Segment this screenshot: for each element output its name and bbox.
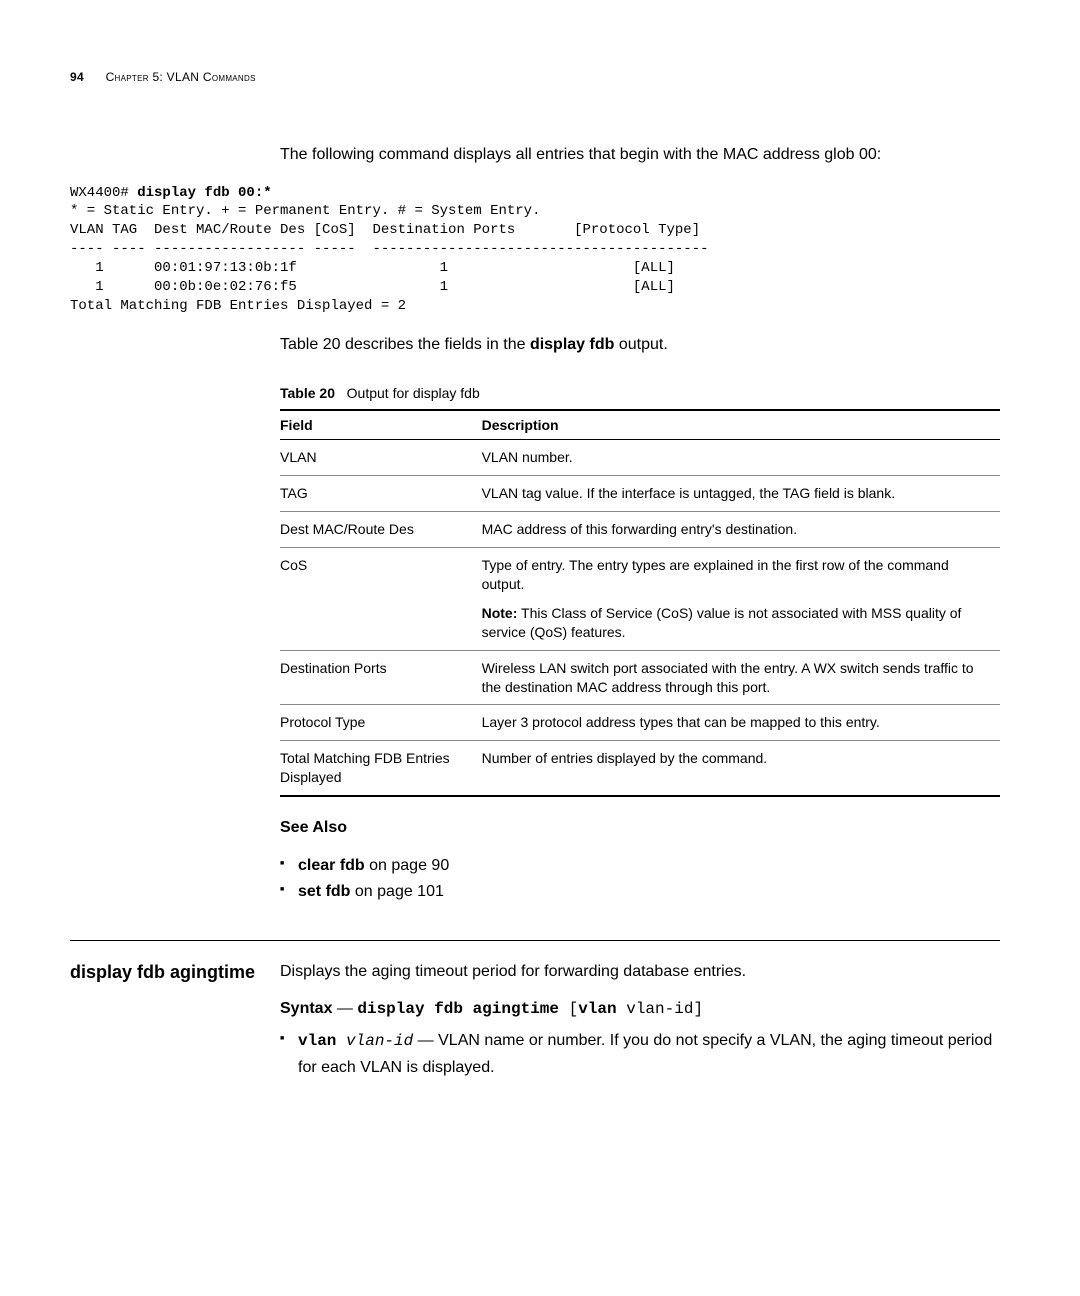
syntax-command: display fdb agingtime bbox=[357, 1000, 568, 1018]
table-intro: Table 20 describes the fields in the dis… bbox=[280, 334, 1000, 356]
terminal-legend: * = Static Entry. + = Permanent Entry. #… bbox=[70, 203, 540, 219]
see-also-list: clear fdb on page 90 set fdb on page 101 bbox=[280, 853, 1000, 904]
fields-table: Field Description VLANVLAN number.TAGVLA… bbox=[280, 409, 1000, 797]
table-cell-desc: VLAN tag value. If the interface is unta… bbox=[482, 476, 1000, 512]
section-intro: Displays the aging timeout period for fo… bbox=[280, 961, 1000, 983]
table-cell-desc: Number of entries displayed by the comma… bbox=[482, 741, 1000, 796]
table-cell-field: VLAN bbox=[280, 440, 482, 476]
table-cell-field: Total Matching FDB Entries Displayed bbox=[280, 741, 482, 796]
table-cell-desc: Wireless LAN switch port associated with… bbox=[482, 650, 1000, 705]
table-row: Note: This Class of Service (CoS) value … bbox=[280, 596, 1000, 650]
table-caption: Table 20 Output for display fdb bbox=[280, 385, 1000, 401]
terminal-prompt: WX4400# bbox=[70, 185, 137, 201]
see-also-link: set fdb bbox=[298, 883, 350, 900]
syntax-param-list: vlan vlan-id — VLAN name or number. If y… bbox=[280, 1028, 1000, 1080]
table-header-field: Field bbox=[280, 410, 482, 440]
terminal-command: display fdb 00:* bbox=[137, 185, 271, 201]
table-row: CoSType of entry. The entry types are ex… bbox=[280, 548, 1000, 596]
table-cell-field: Protocol Type bbox=[280, 705, 482, 741]
table-cell-desc: Layer 3 protocol address types that can … bbox=[482, 705, 1000, 741]
terminal-header-row: VLAN TAG Dest MAC/Route Des [CoS] Destin… bbox=[70, 222, 700, 238]
table-row: Total Matching FDB Entries DisplayedNumb… bbox=[280, 741, 1000, 796]
table-row: VLANVLAN number. bbox=[280, 440, 1000, 476]
table-caption-text: Output for display fdb bbox=[347, 385, 480, 401]
terminal-rule-row: ---- ---- ------------------ ----- -----… bbox=[70, 241, 709, 257]
terminal-footer: Total Matching FDB Entries Displayed = 2 bbox=[70, 298, 406, 314]
page-number: 94 bbox=[70, 70, 84, 84]
intro-paragraph: The following command displays all entri… bbox=[280, 144, 1000, 166]
table-cell-field bbox=[280, 596, 482, 650]
see-also-item: clear fdb on page 90 bbox=[280, 853, 1000, 879]
see-also-heading: See Also bbox=[280, 819, 1000, 837]
param-name: vlan bbox=[298, 1032, 346, 1050]
syntax-param-item: vlan vlan-id — VLAN name or number. If y… bbox=[280, 1028, 1000, 1080]
table-cell-desc: Note: This Class of Service (CoS) value … bbox=[482, 596, 1000, 650]
section-heading: display fdb agingtime bbox=[70, 961, 280, 984]
table-cell-field: CoS bbox=[280, 548, 482, 596]
see-also-link: clear fdb bbox=[298, 857, 365, 874]
table-cell-desc: VLAN number. bbox=[482, 440, 1000, 476]
terminal-output: WX4400# display fdb 00:* * = Static Entr… bbox=[70, 184, 1000, 316]
chapter-label: Chapter 5: VLAN Commands bbox=[106, 70, 256, 84]
see-also-item: set fdb on page 101 bbox=[280, 879, 1000, 905]
table-row: Dest MAC/Route DesMAC address of this fo… bbox=[280, 512, 1000, 548]
syntax-line: Syntax — display fdb agingtime [vlan vla… bbox=[280, 998, 1000, 1020]
table-row: Protocol TypeLayer 3 protocol address ty… bbox=[280, 705, 1000, 741]
table-header-desc: Description bbox=[482, 410, 1000, 440]
table-cell-field: TAG bbox=[280, 476, 482, 512]
table-caption-label: Table 20 bbox=[280, 385, 335, 401]
section-separator bbox=[70, 940, 1000, 941]
table-row: Destination PortsWireless LAN switch por… bbox=[280, 650, 1000, 705]
terminal-row: 1 00:0b:0e:02:76:f5 1 [ALL] bbox=[70, 279, 675, 295]
table-cell-desc: Type of entry. The entry types are expla… bbox=[482, 548, 1000, 596]
table-row: TAGVLAN tag value. If the interface is u… bbox=[280, 476, 1000, 512]
table-cell-field: Destination Ports bbox=[280, 650, 482, 705]
terminal-row: 1 00:01:97:13:0b:1f 1 [ALL] bbox=[70, 260, 675, 276]
param-placeholder: vlan-id bbox=[346, 1032, 413, 1050]
table-cell-field: Dest MAC/Route Des bbox=[280, 512, 482, 548]
table-cell-desc: MAC address of this forwarding entry's d… bbox=[482, 512, 1000, 548]
page-header: 94 Chapter 5: VLAN Commands bbox=[70, 70, 1000, 84]
